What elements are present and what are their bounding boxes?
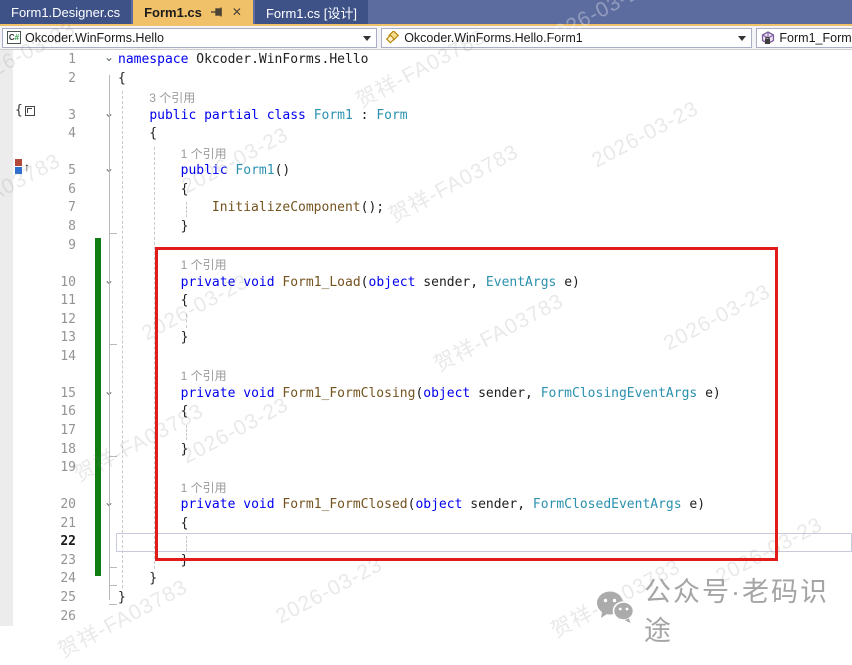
code-line[interactable]: 5⌄ public Form1() [0,163,852,182]
codelens-row[interactable]: 1 个引用 [0,367,852,386]
indent-guide [154,147,155,570]
line-number: 12 [34,312,76,327]
codelens-row[interactable]: 1 个引用 [0,256,852,275]
code-text: public Form1() [0,163,290,178]
outline-end-tick [109,585,117,586]
code-line[interactable]: 8 } [0,219,852,238]
code-line[interactable]: 20⌄ private void Form1_FormClosed(object… [0,497,852,516]
code-line[interactable]: 16 { [0,404,852,423]
indent-guide [186,314,187,329]
outline-guide-line [109,75,110,600]
code-line[interactable]: 19 [0,460,852,479]
member-dropdown-label: Form1_Form [779,31,851,45]
csharp-file-icon: C# [7,31,21,45]
code-text: { [0,182,188,197]
code-text: namespace Okcoder.WinForms.Hello [0,52,368,67]
codelens-text[interactable]: 1 个引用 [0,367,227,384]
codelens-text[interactable]: 1 个引用 [0,256,227,273]
code-line[interactable]: 18 } [0,442,852,461]
code-line[interactable]: 14 [0,349,852,368]
code-line[interactable]: 21 { [0,516,852,535]
outline-end-tick [109,567,117,568]
code-line[interactable]: 9 [0,238,852,257]
line-number: 26 [34,609,76,624]
line-number: 14 [34,349,76,364]
wechat-watermark-label: 公众号·老码识途 [644,570,852,648]
project-dropdown[interactable]: C# Okcoder.WinForms.Hello [2,28,377,48]
class-icon [386,31,400,45]
chevron-down-icon [738,36,746,41]
indent-guide [186,425,187,440]
indent-guide [186,202,187,217]
line-number: 9 [34,238,76,253]
outline-end-tick [109,344,117,345]
code-text: private void Form1_Load(object sender, E… [0,275,580,290]
line-number: 22 [34,534,76,549]
method-private-icon [761,31,775,45]
code-line[interactable]: 10⌄ private void Form1_Load(object sende… [0,275,852,294]
tab-form1-cs[interactable]: Form1.cs ✕ [133,0,253,24]
code-line[interactable]: 1⌄namespace Okcoder.WinForms.Hello [0,52,852,71]
tab-form1-designer-cs[interactable]: Form1.Designer.cs [0,0,131,24]
codelens-text[interactable]: 1 个引用 [0,145,227,162]
codelens-row[interactable]: 1 个引用 [0,479,852,498]
type-dropdown[interactable]: Okcoder.WinForms.Hello.Form1 [381,28,752,48]
code-text: { [0,126,157,141]
indent-guide [122,91,123,588]
project-dropdown-label: Okcoder.WinForms.Hello [25,31,164,45]
codelens-text[interactable]: 1 个引用 [0,479,227,496]
codelens-row[interactable]: 1 个引用 [0,145,852,164]
code-line[interactable]: 3⌄ public partial class Form1 : Form [0,108,852,127]
change-tracking-bar [95,238,101,577]
tab-label: Form1.cs [144,5,202,20]
outline-end-tick [109,604,117,605]
code-line[interactable]: 13 } [0,330,852,349]
tab-label: Form1.cs [设计] [266,3,357,22]
code-text: } [0,590,126,605]
chevron-down-icon [363,36,371,41]
line-number: 19 [34,460,76,475]
member-dropdown[interactable]: Form1_Form [756,28,852,48]
tab-bar: Form1.Designer.cs Form1.cs ✕ Form1.cs [设… [0,0,852,24]
code-line[interactable]: 6 { [0,182,852,201]
code-editor[interactable]: { ↑ 1⌄namespace Okcoder.WinForms.Hello2{… [0,50,852,626]
wechat-icon [596,590,634,629]
tab-form1-cs-design[interactable]: Form1.cs [设计] [255,0,368,24]
current-line-highlight [116,533,852,552]
code-line[interactable]: 12 [0,312,852,331]
code-line[interactable]: 7 InitializeComponent(); [0,200,852,219]
code-line[interactable]: 15⌄ private void Form1_FormClosing(objec… [0,386,852,405]
code-line[interactable]: 23 } [0,553,852,572]
pin-icon[interactable] [211,6,224,18]
outline-end-tick [109,456,117,457]
type-dropdown-label: Okcoder.WinForms.Hello.Form1 [404,31,583,45]
code-line[interactable]: 2{ [0,71,852,90]
code-text: public partial class Form1 : Form [0,108,408,123]
close-icon[interactable]: ✕ [232,5,242,19]
wechat-watermark: 公众号·老码识途 [596,570,852,648]
code-line[interactable]: 4 { [0,126,852,145]
code-text: private void Form1_FormClosed(object sen… [0,497,705,512]
code-line[interactable]: 11 { [0,293,852,312]
codelens-text[interactable]: 3 个引用 [0,89,195,106]
code-text: InitializeComponent(); [0,200,384,215]
code-line[interactable]: 17 [0,423,852,442]
codelens-row[interactable]: 3 个引用 [0,89,852,108]
line-number: 17 [34,423,76,438]
tab-label: Form1.Designer.cs [11,5,120,20]
code-text: } [0,219,188,234]
code-text: { [0,71,126,86]
code-text: } [0,571,157,586]
code-navigation-bar: C# Okcoder.WinForms.Hello Okcoder.WinFor… [0,26,852,50]
outline-end-tick [109,233,117,234]
